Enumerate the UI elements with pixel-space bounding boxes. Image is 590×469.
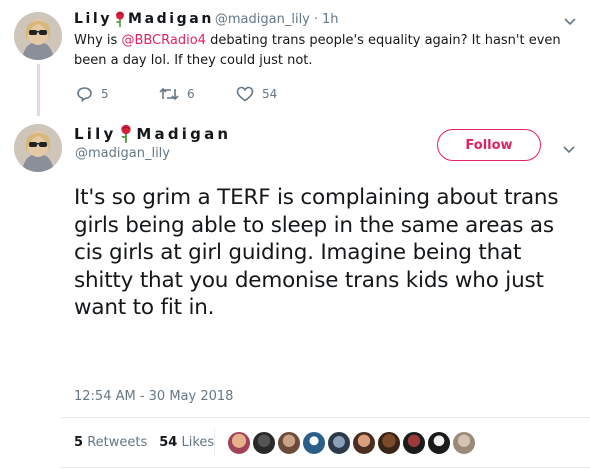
like-action[interactable]: 54 [236, 86, 277, 102]
retweet-icon [159, 87, 179, 101]
liker-avatar[interactable] [352, 431, 376, 455]
stats-separator [214, 428, 215, 456]
main-menu-chevron[interactable] [562, 140, 576, 159]
reply-menu-chevron[interactable] [563, 12, 577, 31]
main-tweet-text: It's so grim a TERF is complaining about… [74, 185, 559, 321]
liker-avatar[interactable] [327, 431, 351, 455]
liker-avatar[interactable] [452, 431, 476, 455]
main-author-avatar[interactable] [14, 124, 62, 172]
retweet-action[interactable]: 6 [159, 86, 195, 102]
reply-author-avatar[interactable] [14, 12, 62, 60]
rose-emoji-icon [114, 11, 126, 27]
rose-emoji-icon [119, 124, 133, 143]
like-count: 54 [262, 87, 278, 101]
reply-author-name-last[interactable]: Madigan [128, 11, 214, 27]
likes-label: Likes [181, 435, 215, 450]
main-author-name-first[interactable]: Lily [74, 125, 116, 143]
liker-avatar[interactable] [427, 431, 451, 455]
likes-count: 54 [159, 435, 178, 450]
heart-icon [236, 86, 254, 102]
thread-connector-line [37, 64, 40, 116]
reply-action[interactable]: 5 [76, 86, 109, 102]
retweet-count: 6 [187, 87, 195, 101]
liker-avatar[interactable] [377, 431, 401, 455]
chevron-down-icon [564, 18, 576, 26]
time-separator: · [313, 11, 319, 27]
liker-avatar[interactable] [402, 431, 426, 455]
main-author-name[interactable]: Lily Madigan [74, 124, 231, 143]
reply-author-handle[interactable]: @madigan_lily [215, 12, 310, 27]
reply-icon [77, 87, 92, 102]
divider-bottom [60, 467, 590, 468]
retweets-label: Retweets [87, 435, 148, 450]
reply-tweet-text: Why is @BBCRadio4 debating trans people'… [74, 31, 579, 71]
liker-avatar[interactable] [227, 431, 251, 455]
reply-count: 5 [101, 87, 109, 101]
engagement-stats: 5 Retweets 54 Likes [74, 435, 214, 450]
main-author-handle[interactable]: @madigan_lily [75, 146, 170, 161]
follow-button[interactable]: Follow [437, 129, 541, 161]
reply-author-name-first[interactable]: Lily [74, 11, 112, 27]
chevron-down-icon [563, 146, 575, 154]
liker-avatar[interactable] [252, 431, 276, 455]
reply-text-before: Why is [74, 33, 122, 48]
reply-time[interactable]: 1h [322, 12, 339, 27]
retweets-stat[interactable]: 5 Retweets [74, 435, 147, 450]
mention-link[interactable]: @BBCRadio4 [121, 33, 206, 48]
reply-author-header: Lily Madigan @madigan_lily · 1h [74, 11, 339, 27]
main-author-name-last[interactable]: Madigan [136, 125, 231, 143]
divider-top [60, 417, 590, 418]
tweet-timestamp[interactable]: 12:54 AM - 30 May 2018 [74, 389, 233, 404]
retweets-count: 5 [74, 435, 84, 450]
liker-avatar[interactable] [302, 431, 326, 455]
likes-stat[interactable]: 54 Likes [159, 435, 214, 450]
liker-avatar[interactable] [277, 431, 301, 455]
